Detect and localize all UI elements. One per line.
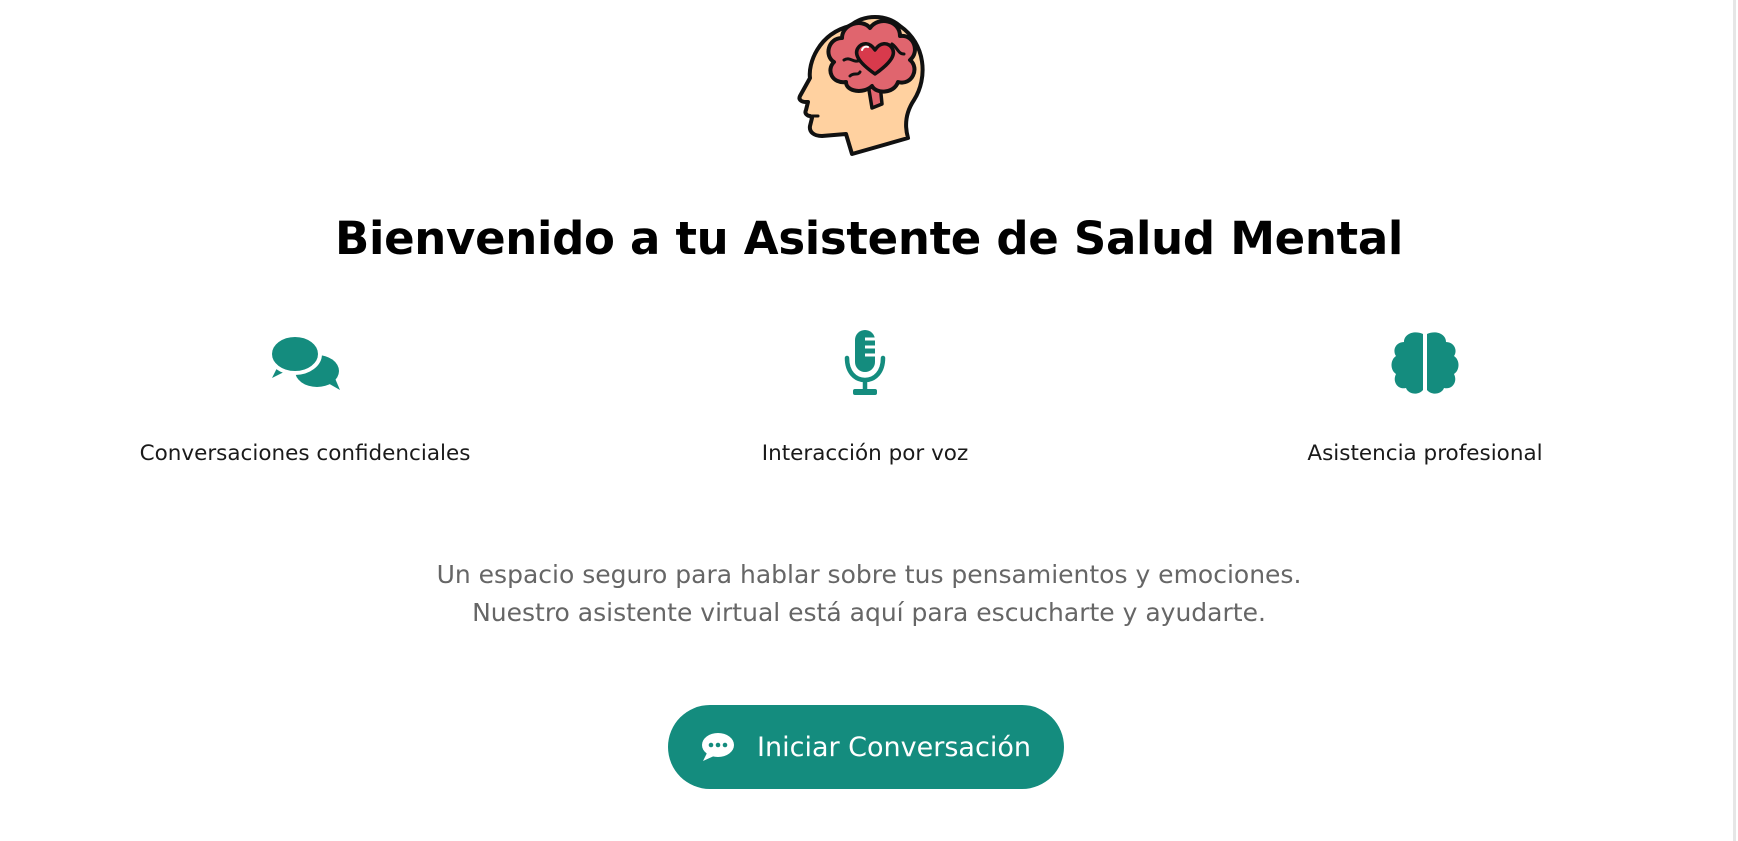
page-title: Bienvenido a tu Asistente de Salud Menta… [334,212,1404,265]
microphone-icon [844,330,886,395]
feature-professional-assistance: Asistencia profesional [1145,330,1705,466]
description: Un espacio seguro para hablar sobre tus … [0,556,1738,632]
feature-confidential-conversations: Conversaciones confidenciales [25,330,585,466]
scrollbar-thumb[interactable] [1733,0,1736,841]
description-line-2: Nuestro asistente virtual está aquí para… [472,598,1266,627]
start-conversation-label: Iniciar Conversación [757,731,1031,763]
brain-icon [1391,332,1459,394]
chat-bubbles-icon [268,333,340,390]
description-line-1: Un espacio seguro para hablar sobre tus … [436,560,1302,589]
feature-label: Asistencia profesional [1307,441,1543,466]
start-conversation-button[interactable]: Iniciar Conversación [668,705,1064,789]
feature-label: Conversaciones confidenciales [139,441,471,466]
head-brain-heart-icon [797,15,925,156]
comment-dots-icon [702,733,735,761]
welcome-page: Bienvenido a tu Asistente de Salud Menta… [0,0,1738,841]
feature-label: Interacción por voz [761,441,969,466]
scrollbar[interactable] [1728,0,1738,841]
feature-voice-interaction: Interacción por voz [585,330,1145,466]
